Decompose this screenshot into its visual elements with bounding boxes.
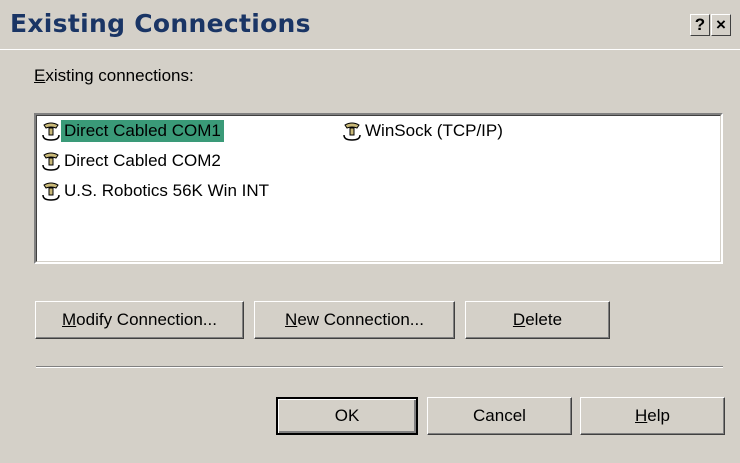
cancel-button[interactable]: Cancel <box>427 397 572 435</box>
connection-label: U.S. Robotics 56K Win INT <box>64 181 270 200</box>
existing-connections-dialog: Existing Connections ? × Existing connec… <box>0 0 740 463</box>
ok-button[interactable]: OK <box>276 397 418 435</box>
dialog-title: Existing Connections <box>10 9 311 38</box>
list-item[interactable]: WinSock (TCP/IP) <box>342 120 506 142</box>
connection-label: Direct Cabled COM1 <box>61 120 224 142</box>
help-button[interactable]: Help <box>580 397 725 435</box>
phone-icon <box>42 152 60 171</box>
delete-button[interactable]: Delete <box>465 301 610 339</box>
help-title-button[interactable]: ? <box>690 14 710 36</box>
phone-icon <box>42 182 60 201</box>
connection-label: Direct Cabled COM2 <box>64 151 221 170</box>
existing-connections-label: Existing connections: <box>34 66 194 85</box>
close-button[interactable]: × <box>711 14 731 36</box>
connection-label: WinSock (TCP/IP) <box>365 121 503 140</box>
list-item[interactable]: U.S. Robotics 56K Win INT <box>41 180 272 202</box>
phone-icon <box>42 122 60 141</box>
list-item[interactable]: Direct Cabled COM2 <box>41 150 224 172</box>
new-connection-button[interactable]: New Connection... <box>254 301 455 339</box>
list-item[interactable]: Direct Cabled COM1 <box>41 120 224 142</box>
connections-listbox[interactable]: Direct Cabled COM1 Direct Cabled COM2 U.… <box>34 113 723 264</box>
separator <box>36 366 723 368</box>
phone-icon <box>343 122 361 141</box>
title-bar: Existing Connections ? × <box>0 0 740 50</box>
modify-connection-button[interactable]: Modify Connection... <box>35 301 244 339</box>
